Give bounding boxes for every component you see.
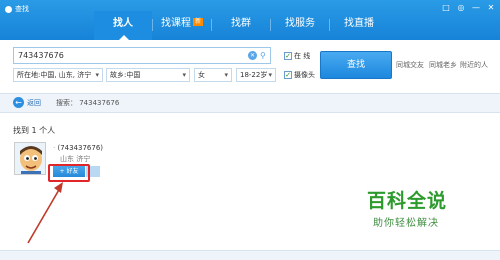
watermark-subtitle: 助你轻松解决	[373, 218, 439, 229]
watermark-title: 百科全说	[367, 190, 448, 212]
status-bar	[0, 250, 500, 260]
